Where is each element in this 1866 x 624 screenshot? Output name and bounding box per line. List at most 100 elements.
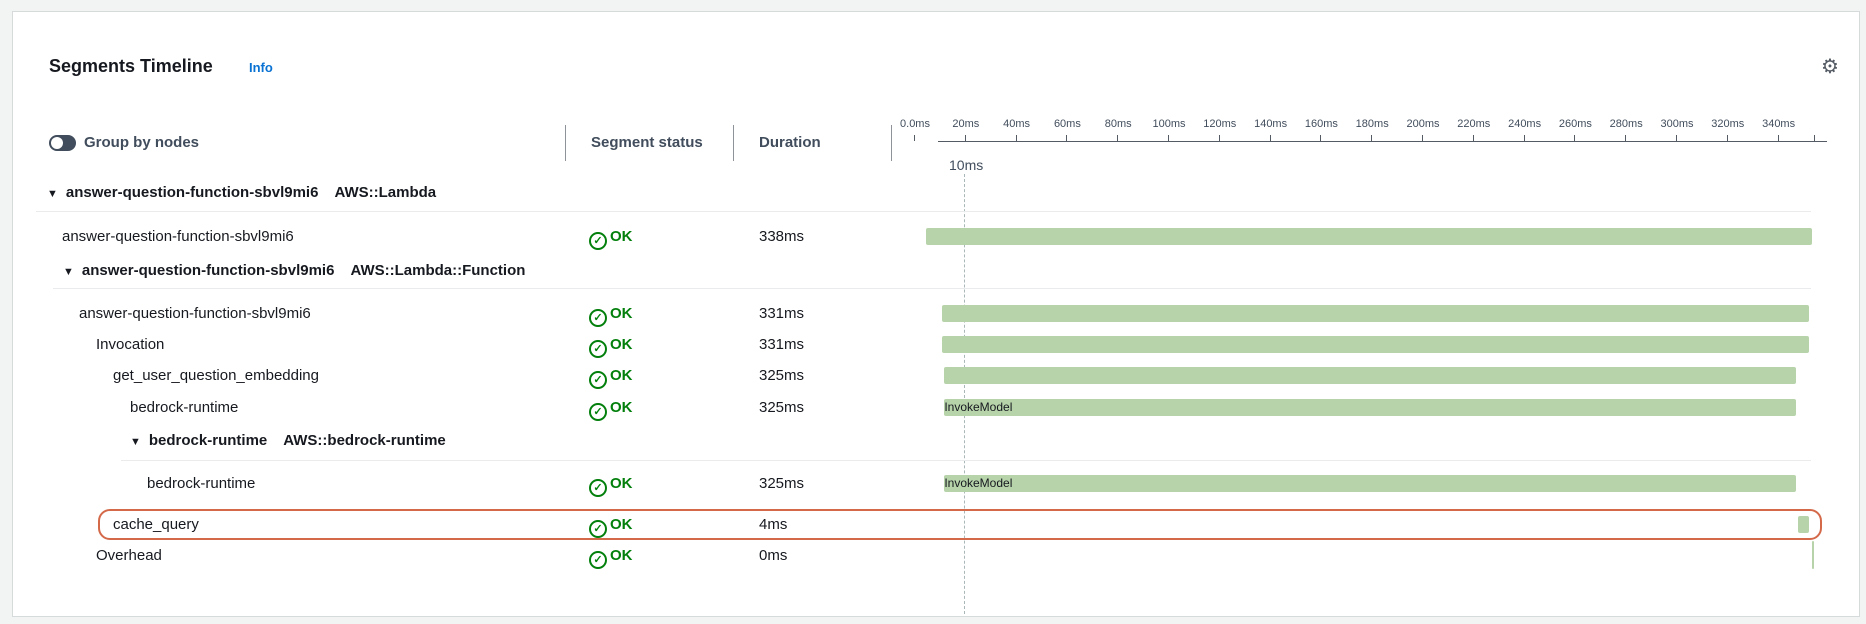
axis-tick-label: 120ms bbox=[1203, 118, 1237, 130]
axis-tick bbox=[1218, 135, 1220, 141]
segment-name: bedrock-runtime bbox=[130, 399, 239, 416]
duration: 331ms bbox=[759, 336, 805, 353]
duration: 0ms bbox=[759, 547, 788, 564]
segments-timeline-panel: Segments Timeline Info ⚙ Group by nodes … bbox=[12, 11, 1860, 617]
axis-tick bbox=[1168, 135, 1169, 141]
group-type: AWS::Lambda::Function bbox=[350, 262, 526, 279]
panel-title: Segments Timeline bbox=[49, 56, 213, 76]
axis-tick bbox=[1726, 135, 1728, 141]
axis-tick bbox=[1676, 135, 1677, 141]
axis-tick-label: 0.0ms bbox=[900, 118, 930, 130]
axis-tick bbox=[1523, 135, 1525, 141]
check-circle-icon: ✓ bbox=[589, 309, 607, 327]
segment-row[interactable]: bedrock-runtime ✓ OK 325ms InvokeModel bbox=[13, 395, 1861, 421]
cursor-label: 10ms bbox=[949, 157, 984, 173]
axis-tick-label: 140ms bbox=[1254, 118, 1288, 130]
segment-row[interactable]: Invocation ✓ OK 331ms bbox=[13, 332, 1861, 358]
axis-tick-label: 320ms bbox=[1711, 118, 1745, 130]
group-by-nodes-label: Group by nodes bbox=[84, 134, 200, 151]
axis-tick bbox=[1777, 135, 1779, 141]
axis-tick-label: 100ms bbox=[1152, 118, 1186, 130]
status-ok: ✓ OK bbox=[589, 332, 633, 358]
segment-name: Overhead bbox=[96, 547, 162, 564]
caret-down-icon[interactable]: ▼ bbox=[63, 266, 74, 278]
segment-bar[interactable] bbox=[941, 305, 1809, 322]
group-separator bbox=[121, 460, 1811, 461]
info-link[interactable]: Info bbox=[249, 60, 273, 75]
segment-bar[interactable] bbox=[944, 367, 1796, 384]
gear-icon[interactable]: ⚙ bbox=[1819, 56, 1841, 78]
axis-tick bbox=[964, 135, 966, 141]
bar-label: InvokeModel bbox=[944, 400, 1013, 414]
axis-tick bbox=[1269, 135, 1271, 141]
group-separator bbox=[36, 211, 1811, 212]
group-header[interactable]: ▼ answer-question-function-sbvl9mi6 AWS::L… bbox=[13, 258, 1861, 284]
check-circle-icon: ✓ bbox=[589, 371, 607, 389]
axis-tick-label: 20ms bbox=[952, 118, 980, 130]
axis-tick-label: 180ms bbox=[1355, 118, 1389, 130]
check-circle-icon: ✓ bbox=[589, 403, 607, 421]
status-ok: ✓ OK bbox=[589, 543, 633, 569]
highlight-outline bbox=[98, 509, 1822, 540]
duration: 338ms bbox=[759, 228, 805, 245]
segment-bar[interactable] bbox=[1811, 541, 1814, 569]
duration: 325ms bbox=[759, 399, 805, 416]
segment-row[interactable]: Overhead ✓ OK 0ms bbox=[13, 541, 1861, 569]
axis-tick-label: 160ms bbox=[1304, 118, 1338, 130]
duration: 331ms bbox=[759, 305, 805, 322]
axis-tick-label: 240ms bbox=[1508, 118, 1542, 130]
axis-tick bbox=[1015, 135, 1017, 141]
axis-tick bbox=[1472, 135, 1474, 141]
axis-tick bbox=[1320, 135, 1322, 141]
segment-name: answer-question-function-sbvl9mi6 bbox=[62, 228, 294, 245]
group-name: answer-question-function-sbvl9mi6 bbox=[65, 184, 319, 201]
group-header[interactable]: ▼ answer-question-function-sbvl9mi6 AWS::L… bbox=[13, 180, 1861, 206]
axis-tick bbox=[1814, 135, 1815, 141]
segment-status-header: Segment status bbox=[591, 134, 703, 151]
group-name: answer-question-function-sbvl9mi6 bbox=[81, 262, 335, 279]
segment-name: answer-question-function-sbvl9mi6 bbox=[79, 305, 311, 322]
segment-name: Invocation bbox=[96, 336, 165, 353]
axis-tick-label: 40ms bbox=[1003, 118, 1031, 130]
caret-down-icon[interactable]: ▼ bbox=[47, 188, 58, 200]
column-divider[interactable] bbox=[891, 125, 892, 161]
group-by-nodes-toggle[interactable] bbox=[49, 135, 76, 151]
axis-tick-label: 300ms bbox=[1660, 118, 1694, 130]
group-type: AWS::Lambda bbox=[334, 184, 437, 201]
column-divider[interactable] bbox=[733, 125, 734, 161]
segment-row[interactable]: answer-question-function-sbvl9mi6 ✓ OK 33… bbox=[13, 224, 1861, 250]
group-header[interactable]: ▼ bedrock-runtime AWS::bedrock-runtime bbox=[13, 428, 1861, 454]
check-circle-icon: ✓ bbox=[589, 479, 607, 497]
axis-tick bbox=[914, 135, 915, 141]
axis-tick bbox=[1371, 135, 1373, 141]
bar-label: InvokeModel bbox=[944, 476, 1013, 490]
segment-bar[interactable] bbox=[941, 336, 1809, 353]
segment-bar[interactable] bbox=[926, 228, 1812, 245]
axis-tick-label: 80ms bbox=[1104, 118, 1132, 130]
duration-header: Duration bbox=[759, 134, 821, 151]
column-divider[interactable] bbox=[565, 125, 566, 161]
status-ok: ✓ OK bbox=[589, 471, 633, 497]
segment-row[interactable]: get_user_question_embedding ✓ OK 325ms bbox=[13, 363, 1861, 389]
group-name: bedrock-runtime bbox=[148, 432, 268, 449]
check-circle-icon: ✓ bbox=[589, 551, 607, 569]
axis-tick-label: 220ms bbox=[1457, 118, 1491, 130]
axis-tick bbox=[1625, 135, 1627, 141]
axis-tick bbox=[1117, 135, 1119, 141]
duration: 325ms bbox=[759, 367, 805, 384]
segment-row[interactable]: answer-question-function-sbvl9mi6 ✓ OK 33… bbox=[13, 301, 1861, 327]
status-ok: ✓ OK bbox=[589, 301, 633, 327]
axis-tick-label: 260ms bbox=[1558, 118, 1592, 130]
segment-bar[interactable]: InvokeModel bbox=[944, 399, 1796, 416]
axis-tick bbox=[1422, 135, 1423, 141]
axis-tick-label: 200ms bbox=[1406, 118, 1440, 130]
status-ok: ✓ OK bbox=[589, 224, 633, 250]
axis-tick bbox=[1066, 135, 1068, 141]
caret-down-icon[interactable]: ▼ bbox=[130, 436, 141, 448]
segment-bar[interactable]: InvokeModel bbox=[944, 475, 1796, 492]
status-ok: ✓ OK bbox=[589, 363, 633, 389]
check-circle-icon: ✓ bbox=[589, 232, 607, 250]
axis-tick-label: 60ms bbox=[1053, 118, 1081, 130]
group-type: AWS::bedrock-runtime bbox=[283, 432, 446, 449]
segment-row[interactable]: bedrock-runtime ✓ OK 325ms InvokeModel bbox=[13, 471, 1861, 497]
